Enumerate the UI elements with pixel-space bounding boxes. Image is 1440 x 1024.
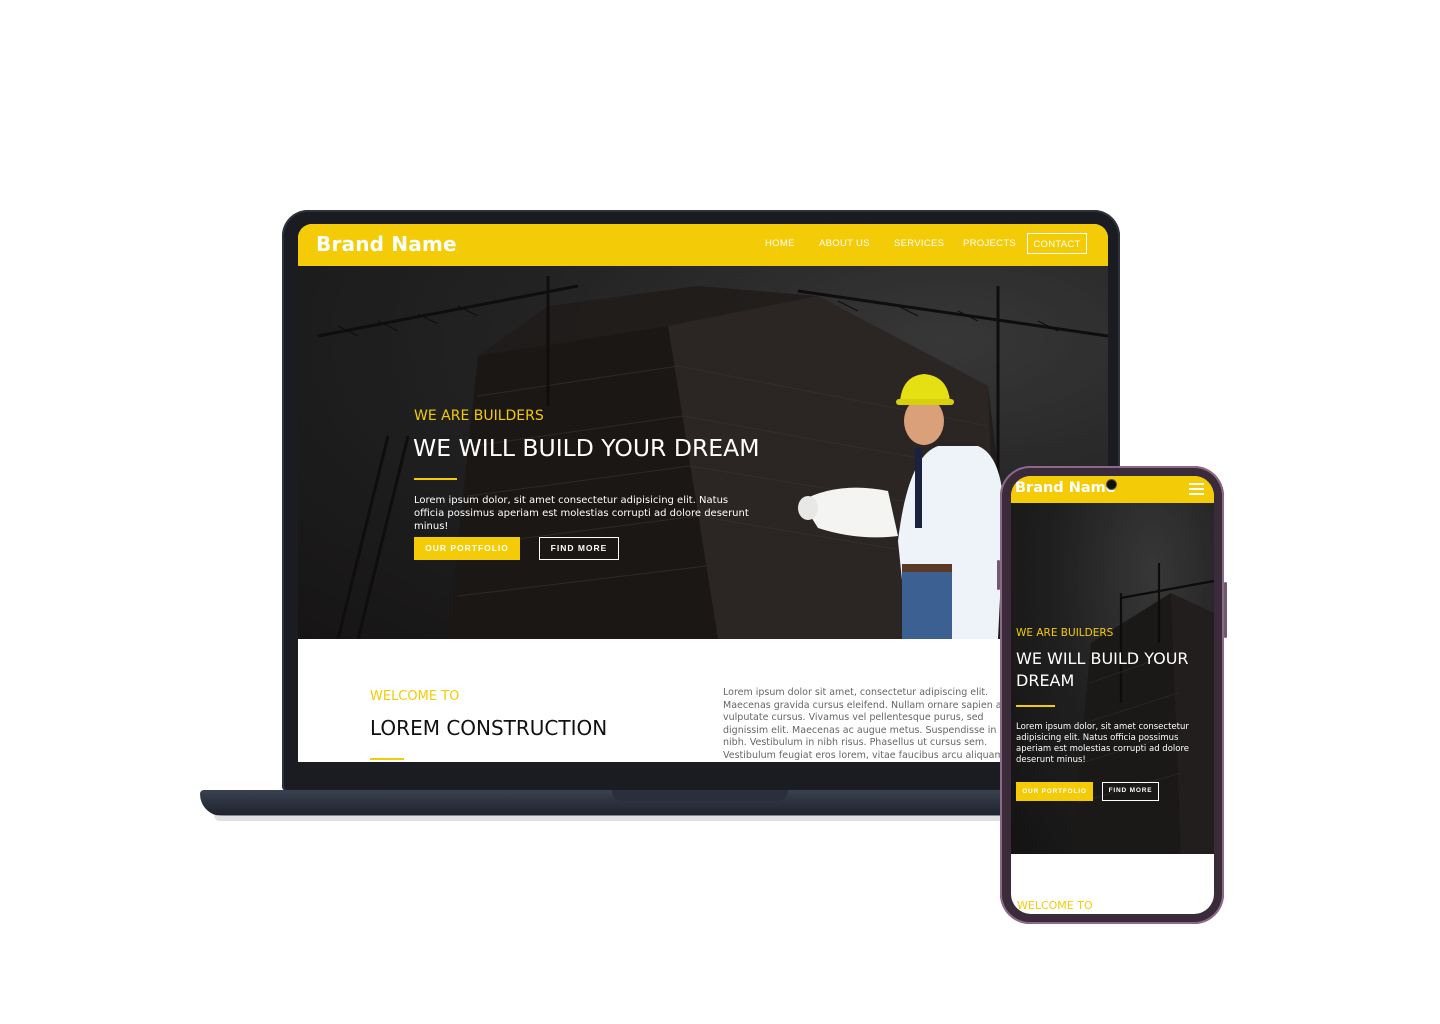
hero-text: Lorem ipsum dolor, sit amet consectetur … [414, 495, 749, 532]
welcome-text: Lorem ipsum dolor sit amet, consectetur … [723, 687, 1021, 761]
navbar: Brand Name HOME ABOUT US SERVICES PROJEC… [298, 224, 1108, 266]
hamburger-menu-icon[interactable] [1189, 483, 1204, 498]
mobile-our-portfolio-button[interactable]: OUR PORTFOLIO [1016, 782, 1093, 801]
brand-logo[interactable]: Brand Name [316, 232, 457, 256]
hero-divider [414, 478, 457, 480]
nav-services[interactable]: SERVICES [894, 238, 944, 249]
mobile-brand-logo[interactable]: Brand Name [1015, 480, 1116, 496]
mobile-hero-title: WE WILL BUILD YOUR DREAM [1016, 649, 1189, 690]
hero-section: WE ARE BUILDERS WE WILL BUILD YOUR DREAM… [298, 266, 1108, 639]
mobile-find-more-button[interactable]: FIND MORE [1102, 782, 1159, 801]
mobile-hero-section: WE ARE BUILDERS WE WILL BUILD YOUR DREAM… [1011, 503, 1214, 854]
welcome-divider [370, 758, 404, 760]
mobile-welcome-label: WELCOME TO [1017, 899, 1093, 912]
mobile-hero-subtitle: WE ARE BUILDERS [1016, 627, 1114, 639]
nav-projects[interactable]: PROJECTS [963, 238, 1016, 249]
nav-home[interactable]: HOME [765, 238, 795, 249]
phone-screen: Brand Name WE ARE BUILDERS WE WILL BUILD… [1011, 476, 1214, 914]
phone-camera [1107, 480, 1116, 489]
our-portfolio-button[interactable]: OUR PORTFOLIO [414, 537, 520, 560]
hero-title: WE WILL BUILD YOUR DREAM [413, 434, 760, 462]
mobile-hero-text: Lorem ipsum dolor, sit amet consectetur … [1016, 722, 1190, 765]
find-more-button[interactable]: FIND MORE [539, 537, 619, 560]
laptop-notch [612, 790, 788, 801]
phone-volume-button [997, 560, 1000, 590]
welcome-title: LOREM CONSTRUCTION [370, 716, 608, 740]
hero-subtitle: WE ARE BUILDERS [414, 408, 544, 424]
nav-contact-button[interactable]: CONTACT [1027, 233, 1087, 254]
welcome-label: WELCOME TO [370, 689, 460, 704]
mobile-hero-divider [1016, 705, 1055, 707]
laptop-screen: Brand Name HOME ABOUT US SERVICES PROJEC… [298, 224, 1108, 762]
phone-side-button [1224, 582, 1227, 638]
nav-about-us[interactable]: ABOUT US [819, 238, 870, 249]
